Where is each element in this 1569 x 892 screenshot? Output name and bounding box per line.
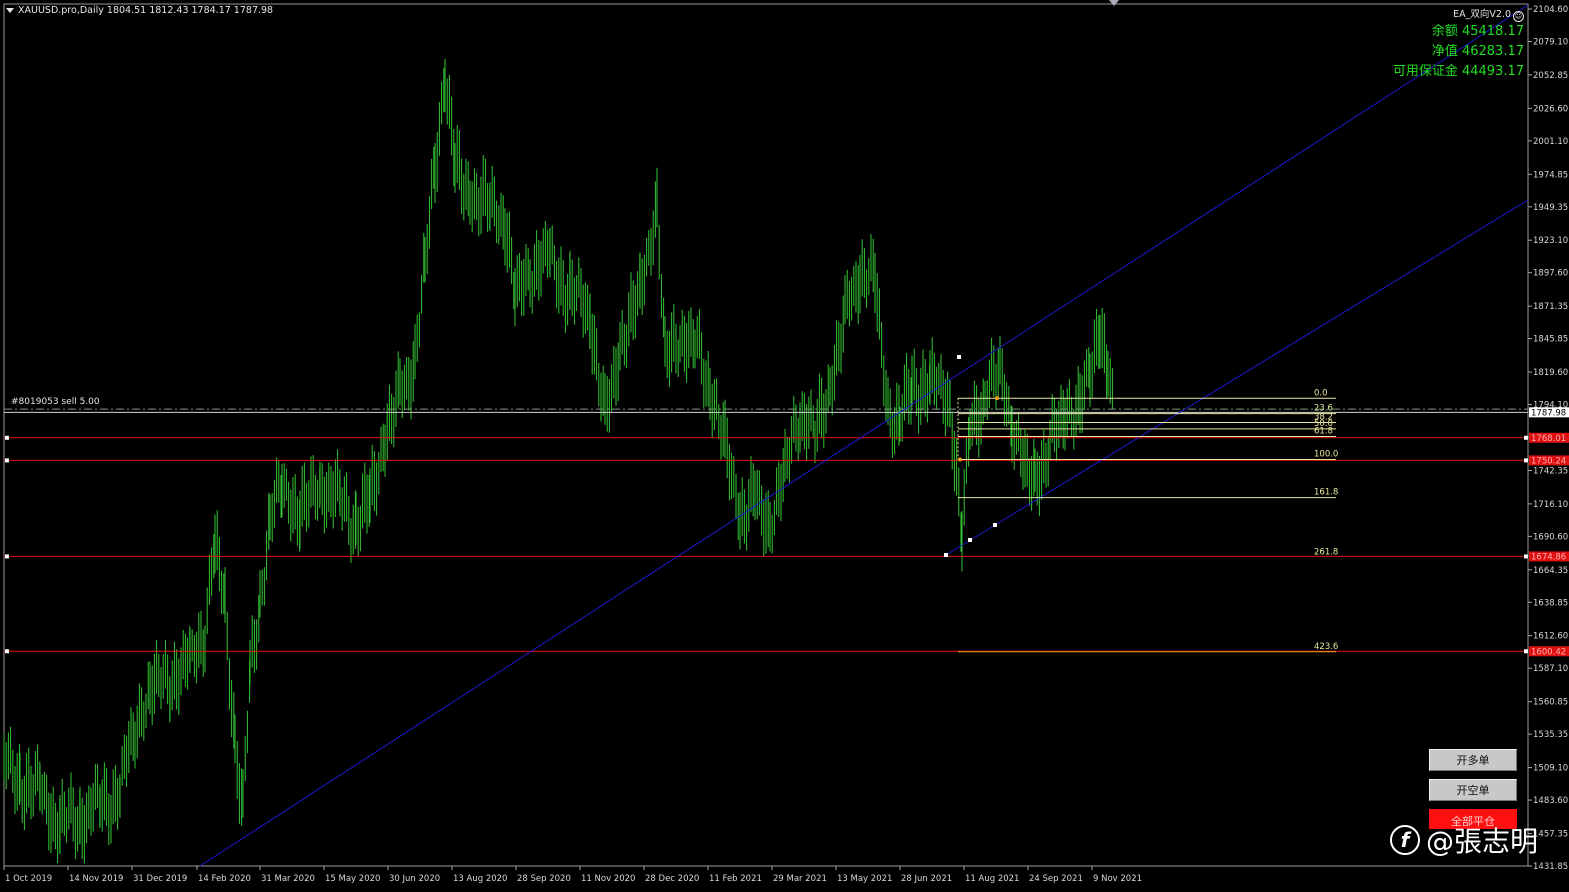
ea-name: EA_双向V2.0 bbox=[1453, 9, 1511, 20]
price-axis-label: 1612.60 bbox=[1533, 632, 1568, 642]
current-price-tag: 1787.98 bbox=[1531, 408, 1566, 418]
level-handle bbox=[1524, 435, 1528, 440]
channel-handle bbox=[944, 553, 948, 557]
price-axis-label: 1819.60 bbox=[1533, 368, 1568, 378]
time-axis-label: 24 Sep 2021 bbox=[1029, 874, 1083, 884]
price-tag: 1674.86 bbox=[1531, 552, 1566, 562]
time-axis-label: 13 Aug 2020 bbox=[453, 874, 507, 884]
time-axis-label: 28 Jun 2021 bbox=[901, 874, 952, 884]
time-axis-label: 9 Nov 2021 bbox=[1093, 874, 1142, 884]
order-line-label: #8019053 sell 5.00 bbox=[11, 397, 100, 407]
equity-readout: 净值 46283.17 bbox=[1431, 44, 1524, 59]
fib-level-label: 61.8 bbox=[1314, 427, 1333, 437]
price-chart[interactable]: 2104.60 2079.10 2052.85 2026.60 2001.10 1974.… bbox=[0, 0, 1569, 892]
price-axis-label: 1483.60 bbox=[1533, 796, 1568, 806]
price-axis-label: 2001.10 bbox=[1533, 137, 1568, 147]
level-handle bbox=[5, 554, 9, 559]
price-axis-label: 1845.85 bbox=[1533, 335, 1568, 345]
time-axis-label: 14 Feb 2020 bbox=[198, 874, 251, 884]
smiley-icon: ☺ bbox=[1513, 11, 1524, 22]
price-axis-label: 2026.60 bbox=[1533, 104, 1568, 114]
price-axis-label: 1535.35 bbox=[1533, 730, 1568, 740]
fib-level-label: 423.6 bbox=[1314, 642, 1338, 652]
free-margin-readout: 可用保证金 44493.17 bbox=[1392, 64, 1524, 79]
price-axis-label: 1457.35 bbox=[1533, 830, 1568, 840]
level-handle bbox=[5, 649, 9, 654]
time-axis-label: 28 Sep 2020 bbox=[517, 874, 571, 884]
ea-info-panel: EA_双向V2.0 ☺ 余额 45418.17 净值 46283.17 可用保证金… bbox=[1393, 6, 1524, 82]
time-axis-label: 14 Nov 2019 bbox=[69, 874, 123, 884]
channel-handle bbox=[968, 538, 972, 542]
price-axis-label: 2052.85 bbox=[1533, 71, 1568, 81]
price-axis-label: 1716.10 bbox=[1533, 500, 1568, 510]
channel-handle bbox=[993, 523, 997, 527]
time-axis-label: 30 Jun 2020 bbox=[389, 874, 440, 884]
channel-lower-line bbox=[945, 199, 1529, 556]
price-tag: 1600.42 bbox=[1531, 647, 1566, 657]
level-handle bbox=[5, 435, 9, 440]
price-axis-label: 1509.10 bbox=[1533, 764, 1568, 774]
level-handle bbox=[1524, 458, 1528, 463]
price-axis-label: 1664.35 bbox=[1533, 566, 1568, 576]
price-axis-label: 1560.85 bbox=[1533, 698, 1568, 708]
balance-readout: 余额 45418.17 bbox=[1431, 24, 1524, 39]
fib-level-label: 161.8 bbox=[1314, 488, 1338, 498]
price-axis-label: 1923.10 bbox=[1533, 236, 1568, 246]
time-axis-label: 11 Feb 2021 bbox=[709, 874, 762, 884]
price-axis-label: 1638.85 bbox=[1533, 598, 1568, 608]
price-axis-label: 1742.35 bbox=[1533, 466, 1568, 476]
fib-handle bbox=[958, 457, 962, 462]
fib-level-label: 100.0 bbox=[1314, 449, 1338, 459]
time-axis-label: 31 Dec 2019 bbox=[133, 874, 187, 884]
price-axis-label: 1949.35 bbox=[1533, 203, 1568, 213]
chart-border bbox=[3, 3, 1529, 867]
price-axis-label: 2104.60 bbox=[1533, 5, 1568, 15]
feather-logo-icon: f bbox=[1390, 825, 1420, 855]
symbol-title: XAUUSD.pro,Daily 1804.51 1812.43 1784.17… bbox=[6, 5, 273, 16]
fib-level-label: 0.0 bbox=[1314, 388, 1328, 398]
watermark: f @張志明 bbox=[1390, 820, 1538, 860]
level-handle bbox=[1524, 649, 1528, 654]
open-buy-button[interactable]: 开多单 bbox=[1429, 749, 1517, 771]
fib-handle bbox=[995, 396, 999, 401]
watermark-text: @張志明 bbox=[1426, 825, 1539, 858]
price-tag: 1768.01 bbox=[1531, 434, 1566, 444]
price-axis-label: 1871.35 bbox=[1533, 302, 1568, 312]
candles-group bbox=[3, 58, 1113, 864]
price-axis-label: 1690.60 bbox=[1533, 532, 1568, 542]
price-tag: 1750.24 bbox=[1531, 456, 1566, 466]
time-axis-label: 15 May 2020 bbox=[325, 874, 380, 884]
time-axis-label: 1 Oct 2019 bbox=[5, 874, 52, 884]
time-axis-label: 11 Aug 2021 bbox=[965, 874, 1019, 884]
dropdown-triangle-icon[interactable] bbox=[6, 8, 14, 13]
shift-marker-icon[interactable] bbox=[1109, 0, 1119, 6]
price-axis-label: 1974.85 bbox=[1533, 170, 1568, 180]
time-axis-label: 31 Mar 2020 bbox=[261, 874, 315, 884]
open-sell-button[interactable]: 开空单 bbox=[1429, 779, 1517, 801]
time-axis-label: 29 Mar 2021 bbox=[773, 874, 827, 884]
price-axis-label: 1897.60 bbox=[1533, 269, 1568, 279]
fib-level-label: 261.8 bbox=[1314, 548, 1338, 558]
level-handle bbox=[5, 458, 9, 463]
price-axis-label: 1431.85 bbox=[1533, 862, 1568, 872]
time-axis-label: 28 Dec 2020 bbox=[645, 874, 699, 884]
channel-handle bbox=[957, 355, 961, 359]
price-axis-label: 2079.10 bbox=[1533, 37, 1568, 47]
time-axis-label: 13 May 2021 bbox=[837, 874, 892, 884]
level-handle bbox=[1524, 554, 1528, 559]
time-axis-label: 11 Nov 2020 bbox=[581, 874, 635, 884]
price-axis-label: 1587.10 bbox=[1533, 664, 1568, 674]
